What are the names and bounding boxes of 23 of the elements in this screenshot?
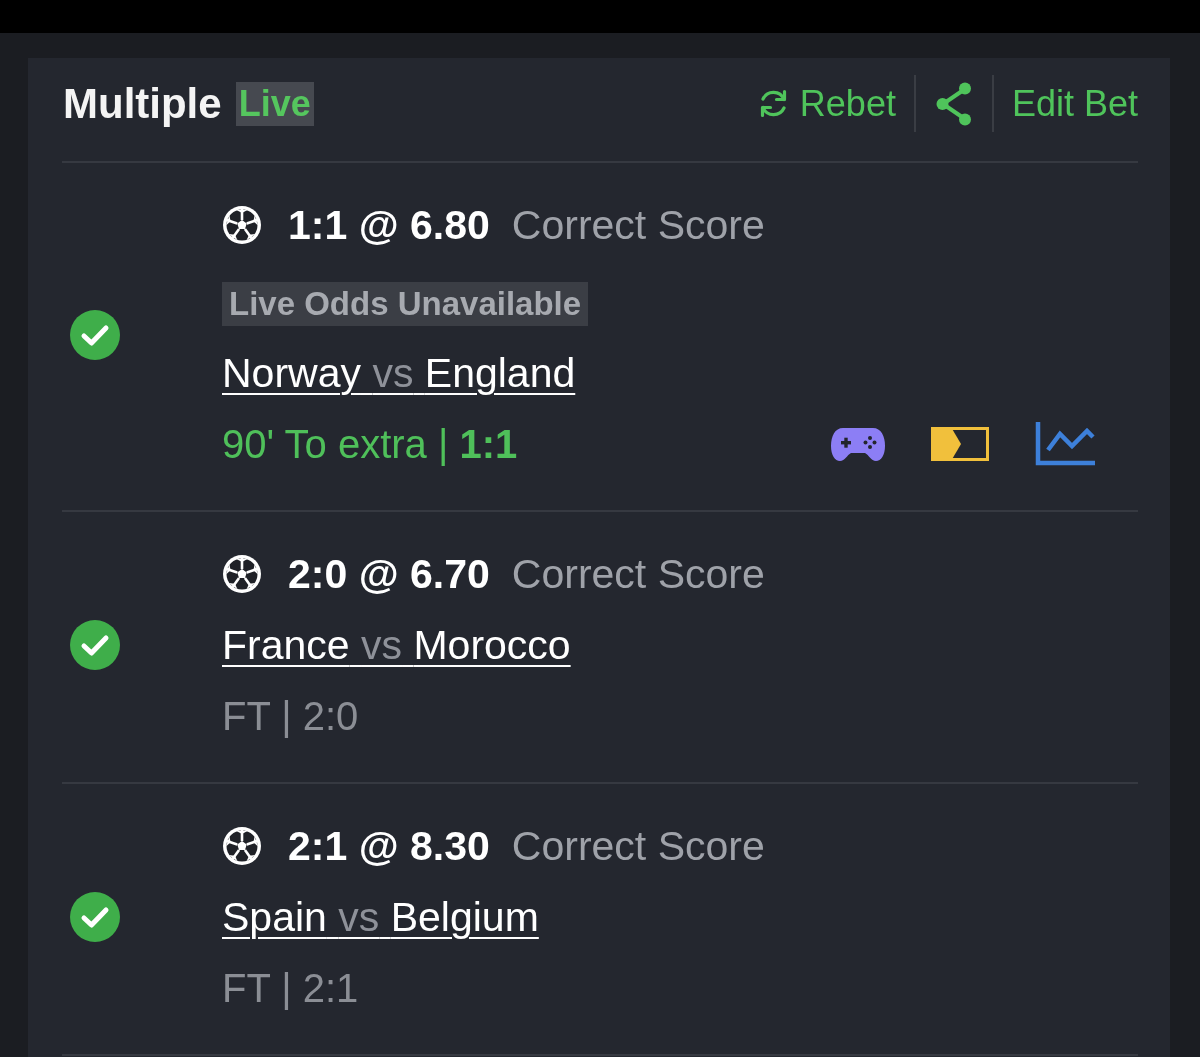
match-link[interactable]: Spain vs Belgium: [222, 893, 539, 941]
market-label: Correct Score: [511, 550, 765, 598]
live-badge: Live: [235, 81, 314, 126]
match-link[interactable]: Norway vs England: [222, 349, 576, 397]
selection-odds: 1:1 @ 6.80: [288, 201, 490, 249]
match-status: FT | 2:1: [222, 965, 359, 1012]
market-label: Correct Score: [511, 822, 765, 870]
line-chart-icon[interactable]: [1035, 422, 1095, 466]
arrow-box-icon[interactable]: [931, 427, 989, 461]
match-link[interactable]: France vs Morocco: [222, 621, 571, 669]
market-label: Correct Score: [511, 201, 765, 249]
selection-odds: 2:0 @ 6.70: [288, 550, 490, 598]
bet-type-title: Multiple: [63, 81, 222, 126]
gamepad-icon[interactable]: [831, 427, 885, 461]
soccer-ball-icon: [222, 554, 262, 594]
match-status: FT | 2:0: [222, 693, 359, 740]
odds-unavailable-badge: Live Odds Unavailable: [222, 282, 589, 326]
soccer-ball-icon: [222, 205, 262, 245]
edit-bet-button[interactable]: Edit Bet: [1011, 81, 1138, 126]
soccer-ball-icon: [222, 826, 262, 866]
selection-odds: 2:1 @ 8.30: [288, 822, 490, 870]
match-status: 90' To extra | 1:1: [222, 421, 518, 468]
rebet-button[interactable]: Rebet: [756, 81, 896, 126]
